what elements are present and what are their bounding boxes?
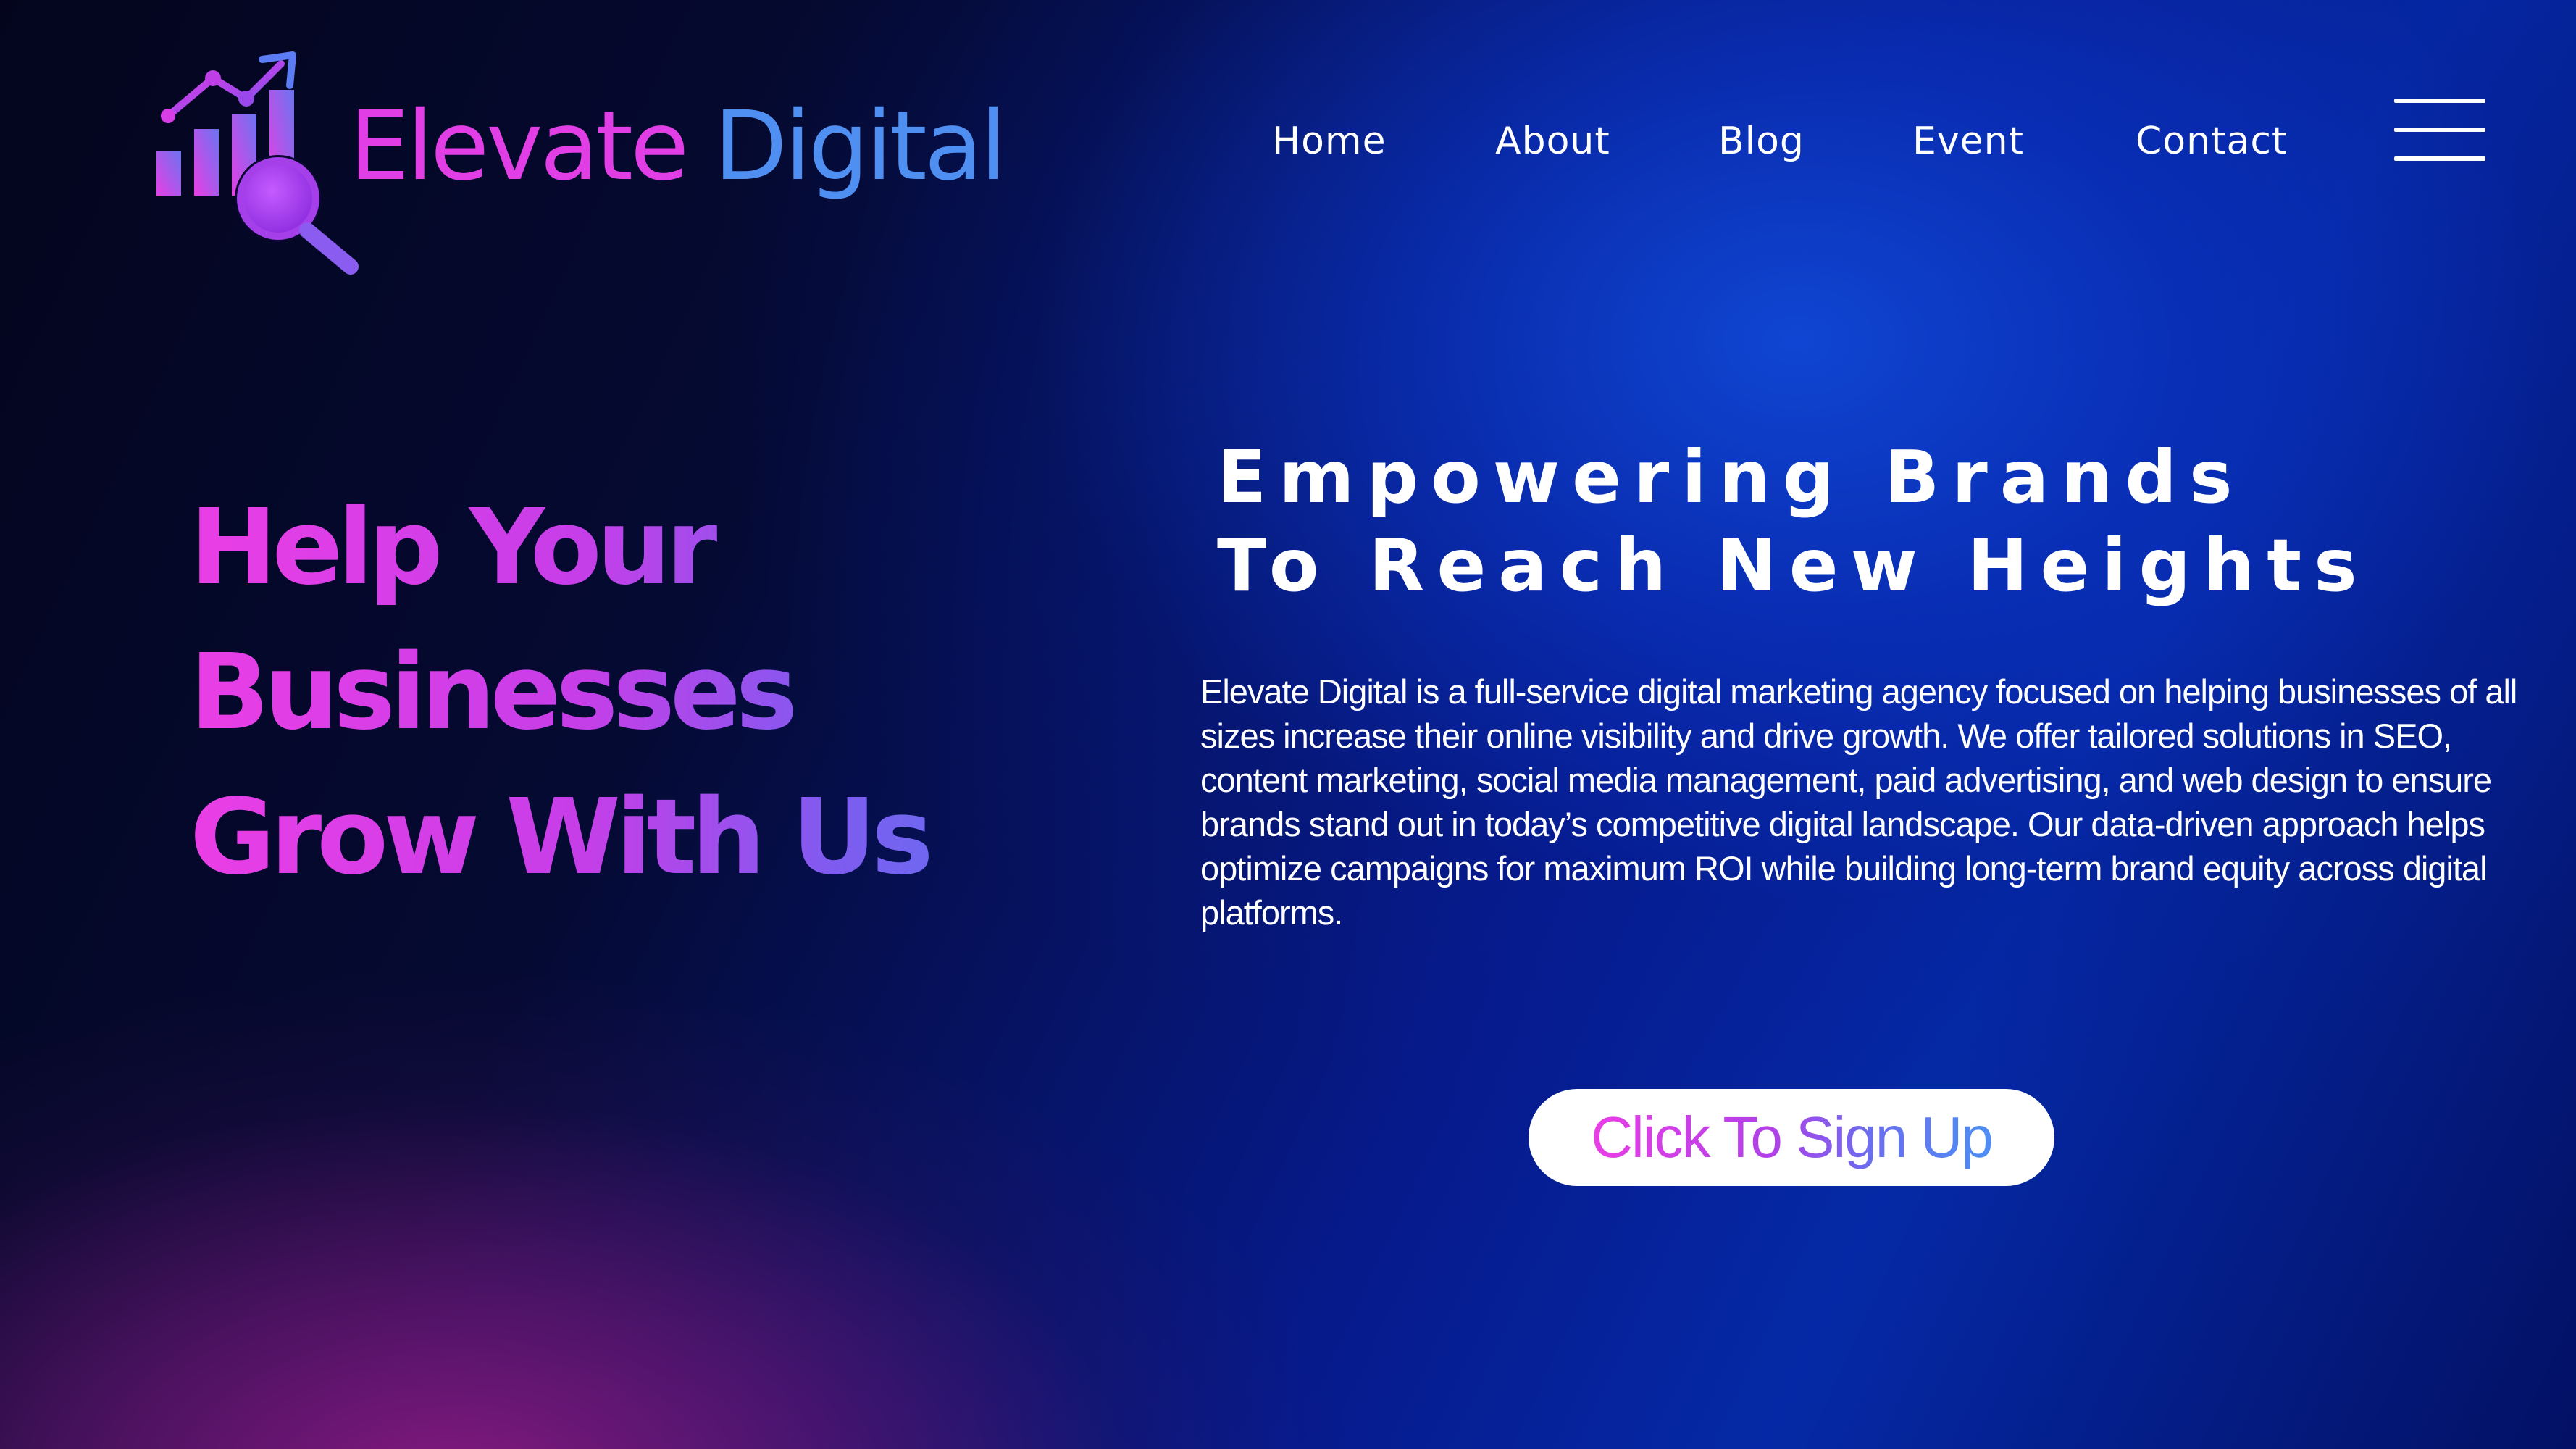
hamburger-line-top — [2394, 99, 2485, 103]
hero-headline-line-3: Grow With Us — [190, 776, 929, 898]
nav-about-link[interactable]: About — [1495, 116, 1610, 167]
hero-headline-line-2: Businesses — [190, 631, 793, 753]
hero-headline: Help Your Businesses Grow With Us — [190, 475, 1059, 909]
landing-page: Elevate Digital Home About Blog Event Co… — [0, 0, 2576, 1449]
hamburger-menu-icon[interactable] — [2394, 99, 2485, 162]
sign-up-button-label: Click To Sign Up — [1591, 1101, 1993, 1174]
hero-tagline: Empowering Brands To Reach New Heights — [1217, 433, 2521, 610]
nav-blog-link[interactable]: Blog — [1718, 116, 1805, 167]
nav-contact-link[interactable]: Contact — [2136, 116, 2287, 167]
main-nav: Home About Blog Event Contact — [0, 116, 2576, 167]
hamburger-line-bottom — [2394, 156, 2485, 161]
hero-tagline-line-2: To Reach New Heights — [1217, 523, 2370, 608]
hero-headline-line-1: Help Your — [190, 486, 713, 608]
sign-up-button[interactable]: Click To Sign Up — [1529, 1089, 2054, 1186]
nav-home-link[interactable]: Home — [1272, 116, 1387, 167]
hamburger-line-middle — [2394, 128, 2485, 132]
nav-event-link[interactable]: Event — [1912, 116, 2024, 167]
hero-description: Elevate Digital is a full-service digita… — [1200, 672, 2517, 932]
hero-tagline-line-1: Empowering Brands — [1217, 435, 2245, 519]
